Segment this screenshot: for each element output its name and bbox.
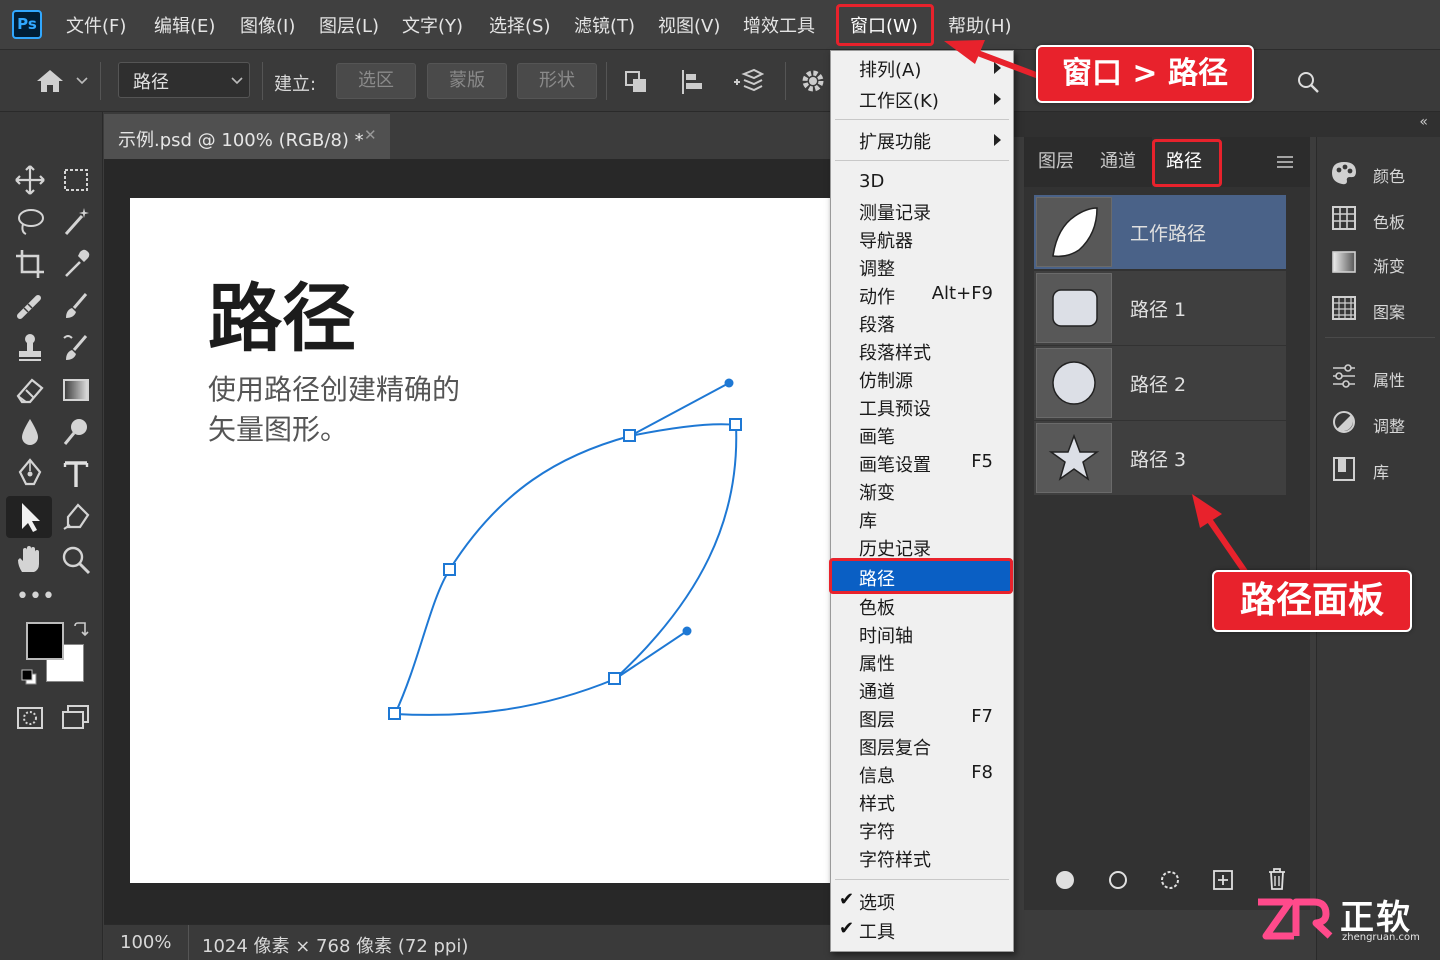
callout-paths-panel: 路径面板 (1212, 570, 1412, 632)
watermark: 正软 zhengruan.com (1254, 890, 1434, 954)
watermark-logo-icon (1258, 898, 1333, 940)
annotation-arrows (944, 40, 1251, 578)
watermark-url: zhengruan.com (1342, 932, 1420, 943)
callout-menu-path: 窗口 > 路径 (1036, 45, 1254, 103)
